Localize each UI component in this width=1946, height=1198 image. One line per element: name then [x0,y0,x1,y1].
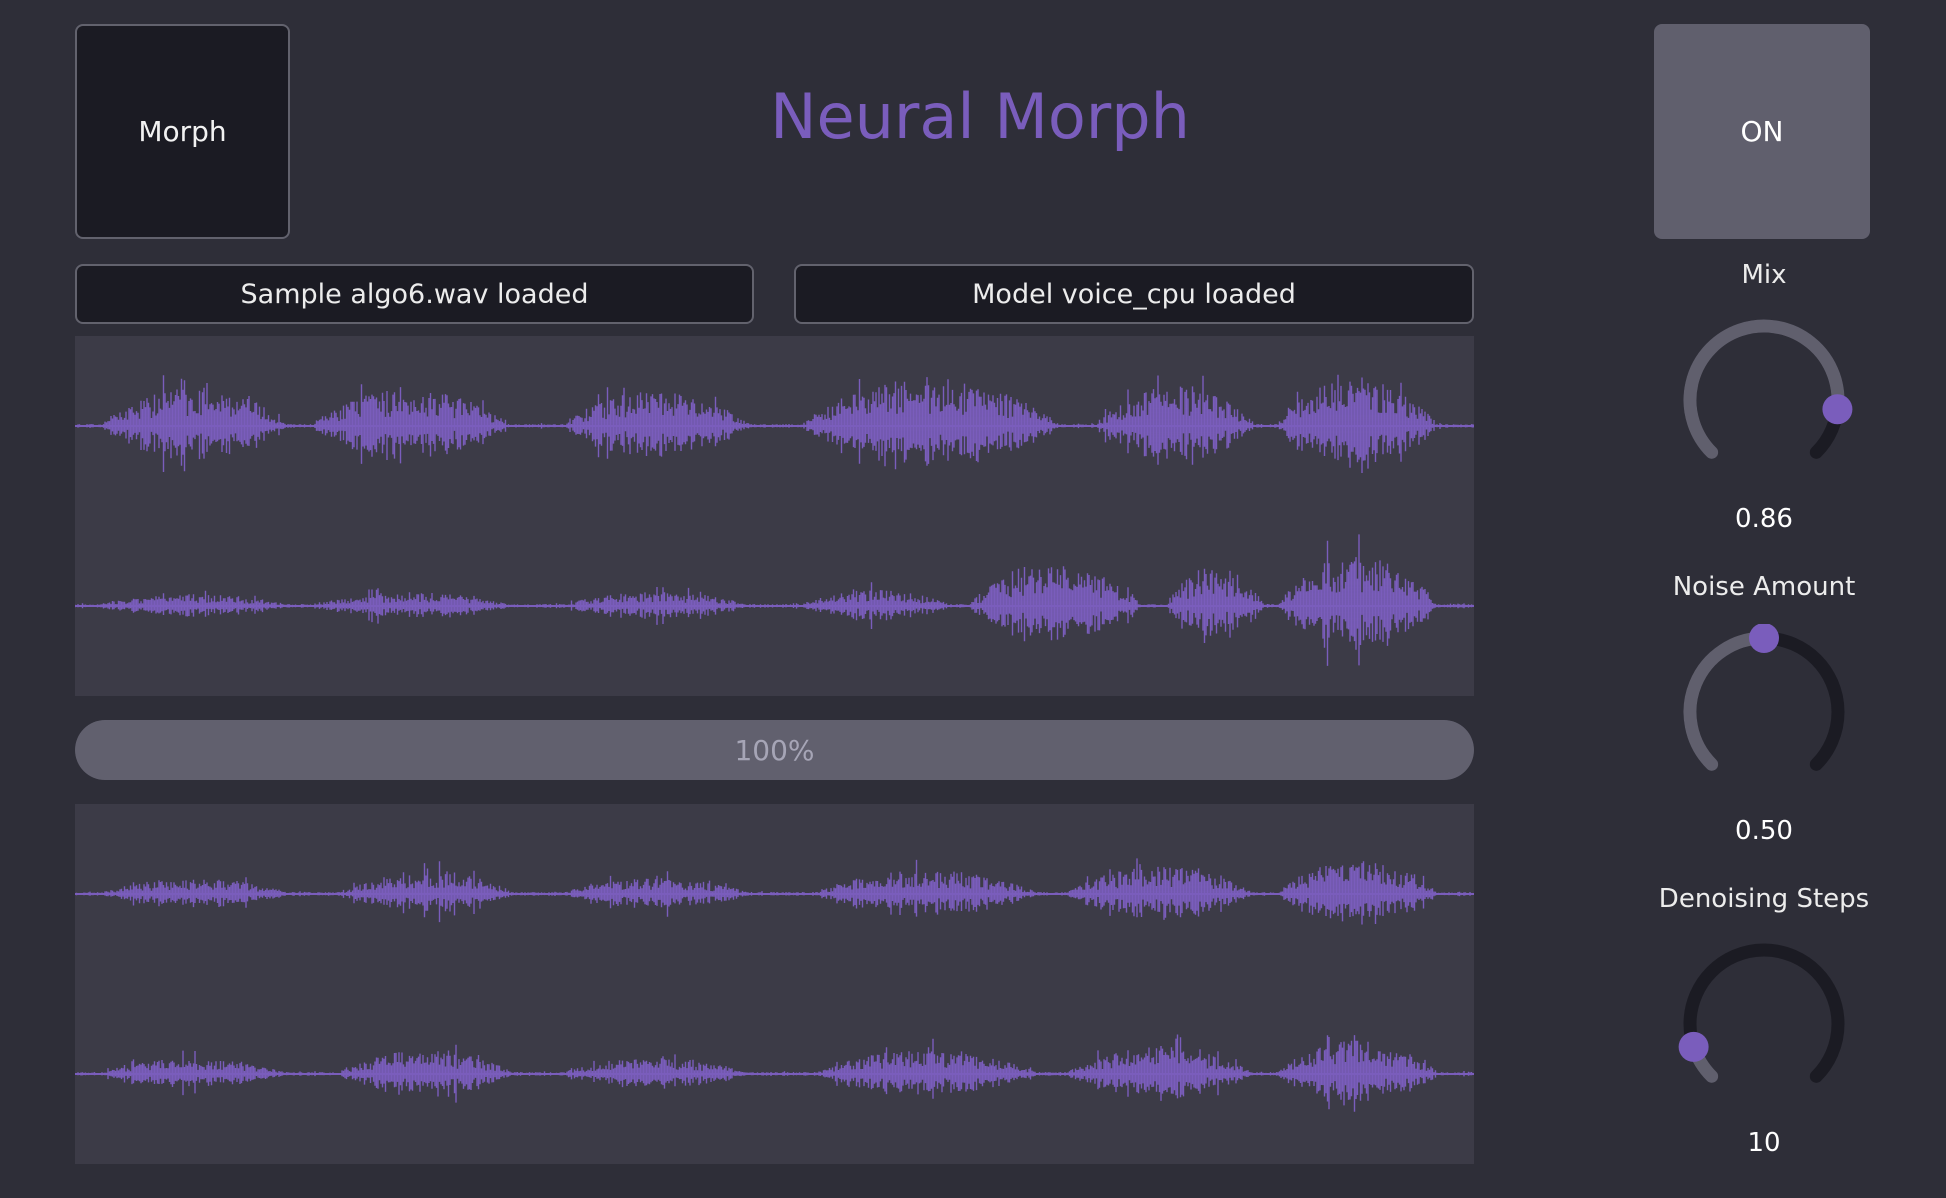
sample-status-box: Sample algo6.wav loaded [75,264,754,324]
mix-knob-thumb[interactable] [1822,394,1853,425]
morph-button[interactable]: Morph [75,24,290,239]
output-waveform-display [75,804,1474,1164]
mix-knob[interactable] [1674,312,1854,482]
noise-amount-knob-value-arc [1683,631,1771,771]
plugin-title: Neural Morph [770,80,1190,153]
output-waveform-left [75,858,1474,925]
mix-knob-value-arc [1683,319,1845,459]
noise-amount-knob[interactable] [1674,624,1854,794]
noise-amount-knob-label: Noise Amount [1672,572,1856,602]
morph-button-label: Morph [138,115,227,148]
power-toggle-label: ON [1740,115,1784,148]
output-waveform-svg [75,858,1474,1112]
denoising-steps-knob[interactable] [1674,936,1854,1106]
denoising-steps-value: 10 [1747,1128,1781,1158]
model-status-text: Model voice_cpu loaded [972,278,1296,310]
model-status-box: Model voice_cpu loaded [794,264,1474,324]
morph-progress-bar: 100% [75,720,1474,780]
input-waveform-svg [75,374,1474,666]
noise-amount-knob-thumb[interactable] [1749,624,1779,653]
power-toggle-button[interactable]: ON [1654,24,1870,239]
denoising-steps-knob-thumb[interactable] [1678,1031,1709,1062]
noise-amount-value: 0.50 [1735,816,1793,846]
progress-label: 100% [734,733,815,767]
input-waveform-right [75,534,1474,666]
denoising-steps-knob-label: Denoising Steps [1658,884,1870,914]
input-waveform-display [75,336,1474,696]
denoising-steps-knob-track [1683,943,1845,1083]
mix-knob-label: Mix [1741,260,1787,290]
input-waveform-left [75,374,1474,473]
sample-status-text: Sample algo6.wav loaded [240,278,589,310]
mix-value: 0.86 [1735,504,1793,534]
